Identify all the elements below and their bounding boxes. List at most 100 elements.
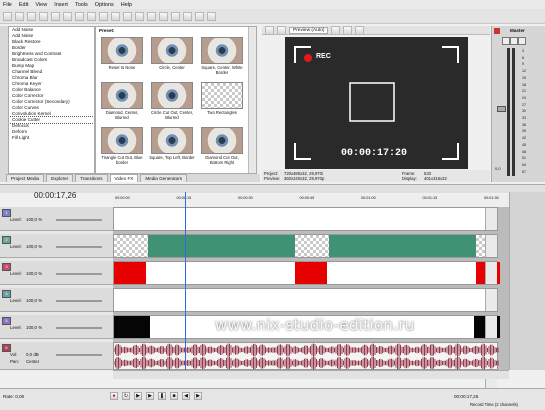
tab-transitions[interactable]: Transitions [75,174,108,182]
redo-button[interactable] [99,11,108,21]
mixer-solo-button[interactable] [518,37,526,45]
video-preview[interactable]: REC 00:00:17:20 [285,37,468,169]
menu-view[interactable]: View [35,2,47,8]
track-header[interactable]: 5 Level: 100,0 % [0,315,113,339]
preset-item[interactable]: Circle Cut Out, Center, Blurred [149,82,195,120]
tab-project-media[interactable]: Project Media [6,174,45,182]
red-clip[interactable] [114,262,146,284]
track-level-slider[interactable] [56,246,102,248]
preview-quality-dropdown[interactable]: Preview (Auto) [289,26,329,34]
mixer-mute-button[interactable] [510,37,518,45]
lock-envelopes-button[interactable] [147,11,156,21]
track-level-slider[interactable] [56,354,102,356]
zoom-tool-button[interactable] [195,11,204,21]
paste-button[interactable] [75,11,84,21]
preset-label: Circle Cut Out, Center, Blurred [150,110,194,120]
playhead-cursor[interactable] [185,192,186,370]
snapping-button[interactable] [123,11,132,21]
auto-ripple-button[interactable] [135,11,144,21]
track-level-slider[interactable] [56,300,102,302]
track-lane[interactable] [113,234,498,258]
tab-video-fx[interactable]: Video FX [109,174,139,182]
selection-tool-button[interactable] [183,11,192,21]
pause-button[interactable]: ❚ [158,392,166,400]
envelope-tool-button[interactable] [171,11,180,21]
play-button[interactable]: ▶ [146,392,154,400]
go-to-end-button[interactable]: ▶ [194,392,202,400]
loop-button[interactable]: ↻ [122,392,130,400]
menu-edit[interactable]: Edit [19,2,28,8]
track-lane[interactable] [113,288,498,312]
track-header[interactable]: 6 Vol: 0,0 dB Pan: Center [0,342,113,370]
video-fx-list[interactable]: Add Noise Add Noise Black Restore Border Bri… [8,26,95,174]
track-number: 5 [2,317,11,325]
menu-insert[interactable]: Insert [54,2,68,8]
track-header[interactable]: 1 Level: 100,0 % [0,207,113,231]
mixer-title: Master [510,28,525,33]
track-event-buttons[interactable] [485,316,497,338]
preset-item[interactable]: Two Rectangles [199,82,245,115]
undo-button[interactable] [87,11,96,21]
save-snapshot-button[interactable] [355,25,365,35]
menu-help[interactable]: Help [121,2,132,8]
track-lane[interactable] [113,342,499,399]
preset-item[interactable]: Square, Center, White Border [199,37,245,75]
new-project-button[interactable] [3,11,12,21]
red-clip[interactable] [295,262,327,284]
effect-item[interactable]: Fill Light [9,135,94,141]
record-button[interactable]: ● [110,392,118,400]
overlays-button[interactable] [331,25,341,35]
track-header[interactable]: 2 Level: 100,0 % [0,234,113,258]
track-lane[interactable] [113,261,500,285]
menu-options[interactable]: Options [95,2,114,8]
track-header[interactable]: 4 Level: 100,0 % [0,288,113,312]
track-event-buttons[interactable] [485,235,497,257]
preset-item[interactable]: Triangle Cut Out, Blue border [99,127,145,165]
tab-explorer[interactable]: Explorer [46,174,74,182]
horizontal-scrollbar[interactable] [113,370,509,379]
preset-item[interactable]: Reset to None [99,37,145,70]
track-level-slider[interactable] [56,327,102,329]
cut-button[interactable] [51,11,60,21]
preset-item[interactable]: Square, Top Left, Border [149,127,195,160]
master-volume-fader[interactable] [497,106,506,112]
normal-edit-tool-button[interactable] [159,11,168,21]
preview-settings-button[interactable] [277,25,286,35]
track-event-buttons[interactable] [485,262,497,284]
preset-item[interactable]: Diamond Cut Out, Bottom Right [199,127,245,165]
preset-item[interactable]: Diamond, Center, Blurred [99,82,145,120]
track-lane[interactable] [113,207,498,231]
go-to-start-button[interactable]: ◀ [182,392,190,400]
vertical-scrollbar[interactable] [509,192,545,370]
black-clip[interactable] [114,316,150,338]
help-button[interactable] [207,11,216,21]
track-level-slider[interactable] [56,219,102,221]
mixer-fx-button[interactable] [502,37,510,45]
transparent-gap [295,235,329,257]
menu-file[interactable]: File [3,2,12,8]
play-from-start-button[interactable]: ▶ [134,392,142,400]
track-level-slider[interactable] [56,273,102,275]
render-button[interactable] [111,11,120,21]
ruler-tick-label: 00:01:30 [484,196,499,200]
project-properties-button[interactable] [265,25,274,35]
meter-scale: 3 6 9 12 15 18 21 24 27 30 33 36 39 42 45 48 51 54 57 [522,48,526,175]
mixer-close-icon[interactable] [494,28,500,34]
preset-thumbnail [201,82,243,109]
meter-scale-mark: 30 [522,109,526,114]
tab-media-generators[interactable]: Media Generators [140,174,188,182]
track-header[interactable]: 3 Level: 100,0 % [0,261,113,285]
presets-scrollbar[interactable] [248,27,256,173]
track-event-buttons[interactable] [485,208,497,230]
copy-button[interactable] [63,11,72,21]
track-pan-label: Pan: [10,359,20,364]
stop-button[interactable]: ■ [170,392,178,400]
properties-button[interactable] [39,11,48,21]
menu-tools[interactable]: Tools [75,2,88,8]
copy-snapshot-button[interactable] [343,25,353,35]
track-event-buttons[interactable] [485,289,497,311]
timeline-divider[interactable] [0,184,545,193]
save-button[interactable] [27,11,36,21]
open-button[interactable] [15,11,24,21]
preset-item[interactable]: Circle, Center [149,37,195,70]
